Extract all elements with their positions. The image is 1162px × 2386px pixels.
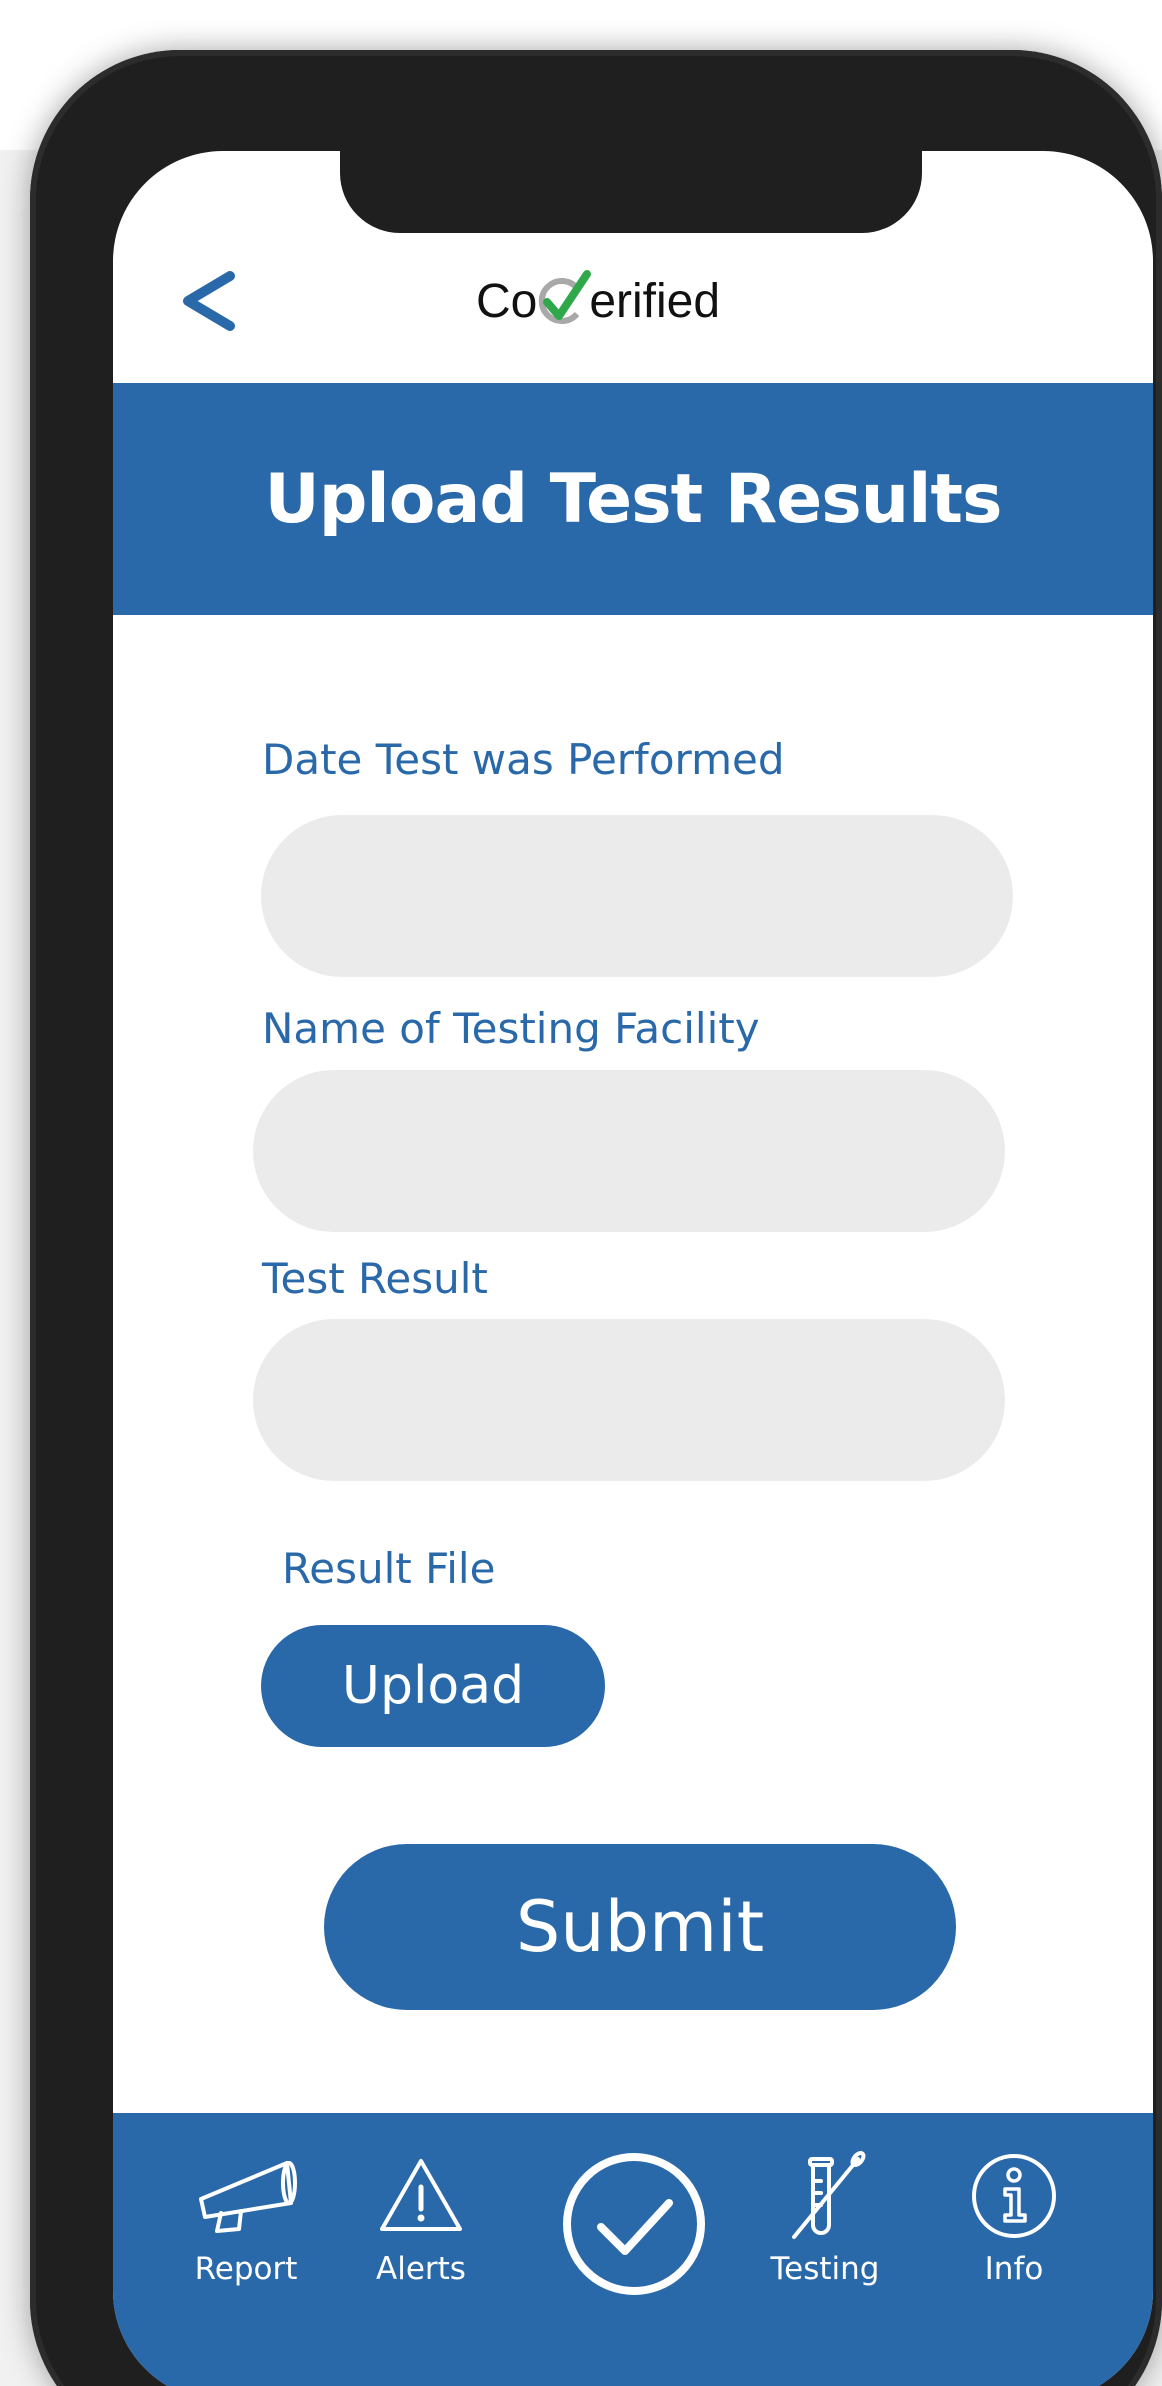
bottom-tab-bar: Report Alerts Testing Info [113,2113,1153,2386]
facility-input[interactable] [253,1070,1005,1232]
megaphone-icon [199,2161,297,2233]
test-tube-icon [792,2151,866,2239]
tab-report[interactable]: Report [161,2151,331,2311]
tab-info-label: Info [984,2251,1044,2287]
logo-text-right: erified [589,274,721,328]
tab-testing-label: Testing [770,2251,880,2287]
tab-verify[interactable] [559,2149,709,2299]
tab-info[interactable]: Info [929,2151,1099,2311]
warning-triangle-icon [380,2159,462,2231]
submit-button[interactable]: Submit [324,1844,956,2010]
back-button[interactable] [168,261,248,341]
app-logo: Co erified [468,261,728,341]
file-label: Result File [282,1544,496,1593]
tab-testing[interactable]: Testing [740,2151,910,2311]
upload-button[interactable]: Upload [261,1625,605,1747]
logo-check-icon [539,270,592,324]
tab-alerts-label: Alerts [376,2251,466,2287]
phone-notch [340,151,922,233]
check-circle-icon [563,2153,705,2295]
date-input[interactable] [261,815,1013,977]
logo-text-left: Co [475,274,538,328]
chevron-left-icon [183,271,235,331]
result-label: Test Result [262,1254,488,1303]
tab-alerts[interactable]: Alerts [336,2151,506,2311]
phone-frame: Co erified Upload Test Results Date Test… [30,50,1162,2386]
facility-label: Name of Testing Facility [262,1004,760,1053]
app-stage: Co erified Upload Test Results Date Test… [0,0,1162,2386]
tab-report-label: Report [194,2251,298,2287]
page-header: Upload Test Results [113,383,1153,615]
info-circle-icon [972,2154,1056,2238]
page-title: Upload Test Results [264,459,1003,539]
date-label: Date Test was Performed [262,735,785,784]
result-input[interactable] [253,1319,1005,1481]
phone-screen: Co erified Upload Test Results Date Test… [113,151,1153,2386]
